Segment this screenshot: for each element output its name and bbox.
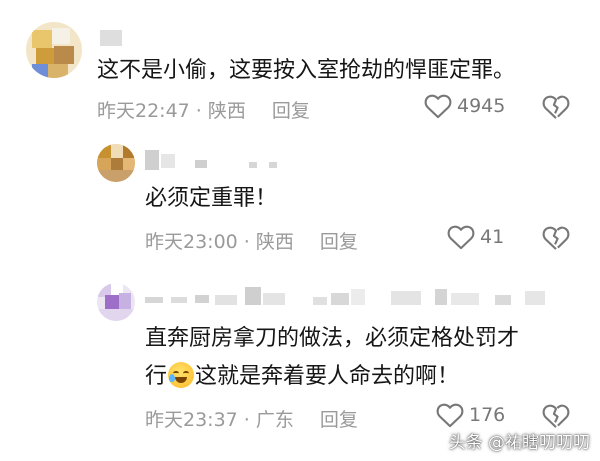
like-count: 4945 [457, 95, 506, 117]
broken-heart-icon[interactable] [542, 403, 570, 429]
heart-outline-icon [436, 402, 464, 428]
meta-dot-separator: · [195, 100, 202, 122]
comment-location: 广东 [255, 409, 294, 431]
tears-of-joy-emoji [168, 362, 195, 388]
avatar[interactable] [97, 283, 135, 321]
username-blurred[interactable] [100, 28, 130, 48]
comment-thread: 这不是小偷，这要按入室抢劫的悍匪定罪。 昨天22:47·陕西回复 4945 [0, 0, 600, 461]
reply-button[interactable]: 回复 [320, 231, 358, 253]
comment-time: 昨天23:00 [145, 231, 238, 253]
username-blurred[interactable] [145, 150, 295, 170]
comment-location: 陕西 [207, 100, 246, 122]
reply-button[interactable]: 回复 [320, 409, 358, 431]
comment-meta: 昨天23:37 · 广东 回复 [145, 405, 358, 432]
watermark: 头条 @祐瞎叨叨叨 [448, 433, 590, 453]
meta-dot-separator: · [243, 409, 250, 431]
comment-meta: 昨天23:00 · 陕西 回复 [145, 227, 358, 254]
username-blurred[interactable] [145, 287, 550, 307]
comment-text-prefix: 行 [145, 364, 168, 389]
comment-meta: 昨天22:47 · 陕西 回复 [97, 96, 310, 123]
broken-heart-icon[interactable] [542, 225, 570, 251]
comment-text-line: 这就是奔着要人命去的啊！ [195, 364, 460, 389]
comment-text: 直奔厨房拿刀的做法，必须定格处罚才 [145, 320, 519, 358]
like-button[interactable]: 176 [436, 402, 505, 428]
comment-location: 陕西 [255, 231, 294, 253]
comment-time: 昨天23:37 [145, 409, 238, 431]
comment-text-line: 直奔厨房拿刀的做法，必须定格处罚才 [145, 326, 520, 351]
like-count: 176 [469, 404, 506, 426]
meta-dot-separator: · [243, 231, 250, 253]
heart-outline-icon [447, 224, 475, 250]
avatar[interactable] [97, 144, 135, 182]
comment-text-line: 这不是小偷，这要按入室抢劫的悍匪定罪。 [97, 58, 516, 83]
broken-heart-icon[interactable] [542, 94, 570, 120]
comment-text: 必须定重罪！ [145, 180, 277, 218]
comment-text-continued: 行 这就是奔着要人命去的啊！ [145, 358, 459, 396]
comment-text-line: 必须定重罪！ [145, 186, 278, 211]
reply-button[interactable]: 回复 [272, 100, 310, 122]
avatar[interactable] [26, 22, 82, 78]
like-count: 41 [480, 226, 505, 248]
comment-text: 这不是小偷，这要按入室抢劫的悍匪定罪。 [97, 52, 515, 90]
like-button[interactable]: 4945 [424, 93, 505, 119]
heart-outline-icon [424, 93, 452, 119]
comment-time: 昨天22:47 [97, 100, 190, 122]
like-button[interactable]: 41 [447, 224, 504, 250]
